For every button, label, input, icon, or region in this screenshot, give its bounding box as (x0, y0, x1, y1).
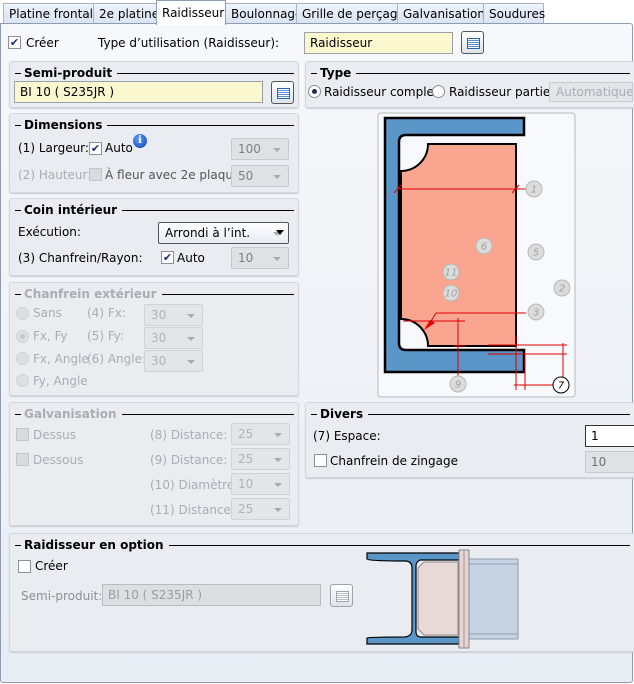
full-stiffener-radio[interactable] (308, 85, 321, 98)
usage-type-label: Type d’utilisation (Raidisseur): (98, 36, 280, 50)
dimensions-title: Dimensions (15, 118, 294, 132)
chamfer-option-label: Fx, Angle (33, 352, 89, 366)
gap-label: (7) Espace: (313, 429, 381, 443)
height-flush-checkbox[interactable] (89, 168, 102, 181)
galv-bottom-checkbox[interactable] (16, 453, 29, 466)
fx-select[interactable]: 30 (144, 304, 203, 326)
tab-2e-platine[interactable]: 2e platine (93, 3, 159, 24)
optional-semi-catalog-button[interactable] (330, 584, 353, 607)
chamfer-option-fxfy-radio[interactable] (16, 330, 29, 343)
chamfer-radius-label: (3) Chanfrein/Rayon: (18, 251, 143, 265)
height-flush-label: À fleur avec 2e plaque (105, 168, 241, 182)
chamfer-option-label: Fx, Fy (33, 329, 68, 343)
optional-stiffener-illustration (366, 549, 519, 649)
galv-bottom-label: Dessous (33, 453, 84, 467)
galvanization-title: Galvanisation (15, 407, 294, 421)
zinc-chamfer-input[interactable]: 10 (585, 451, 634, 473)
tab-boulonnage[interactable]: Boulonnage (225, 3, 302, 24)
galv-top-checkbox[interactable] (16, 428, 29, 441)
marker-label-2: 2 (559, 284, 565, 295)
create-checkbox[interactable]: ✔ (8, 36, 21, 49)
tab-platine-frontale[interactable]: Platine frontale (3, 3, 100, 24)
execution-label: Exécution: (18, 225, 81, 239)
gap-input[interactable]: 1 (585, 425, 634, 447)
execution-select[interactable]: Arrondi à l’int. (158, 222, 289, 244)
semi-product-catalog-button[interactable] (271, 81, 294, 104)
galv-distance-9-select[interactable]: 25 (231, 448, 290, 470)
fy-label: (5) Fy: (87, 329, 124, 343)
galv-distance-label: (8) Distance: (150, 428, 228, 442)
chamfer-option-label: Sans (33, 306, 62, 320)
chamfer-option-fxangle-radio[interactable] (16, 352, 29, 365)
usage-catalog-button[interactable] (461, 31, 484, 54)
automatic-button[interactable]: Automatique (549, 82, 633, 102)
marker-label-11: 11 (445, 268, 458, 279)
optional-stiffener-title: Raidisseur en option (15, 538, 630, 552)
inner-corner-title: Coin intérieur (15, 203, 294, 217)
marker-label-7: 7 (558, 381, 565, 392)
stiffener-plate (400, 143, 517, 347)
tab-soudures[interactable]: Soudures (483, 3, 545, 24)
chamfer-option-sans-radio[interactable] (16, 307, 29, 320)
marker-label-9: 9 (455, 380, 461, 391)
chamfer-option-fyangle-radio[interactable] (16, 374, 29, 387)
misc-title: Divers (311, 407, 630, 421)
galv-top-label: Dessus (33, 428, 76, 442)
zinc-chamfer-checkbox[interactable] (314, 454, 327, 467)
marker-label-6: 6 (481, 242, 487, 253)
tab-galvanisation[interactable]: Galvanisation (397, 3, 485, 24)
outer-chamfer-title: Chanfrein extérieur (15, 287, 294, 301)
zinc-chamfer-label: Chanfrein de zingage (330, 454, 458, 468)
info-icon[interactable]: i (133, 134, 147, 148)
partial-stiffener-radio[interactable] (432, 85, 445, 98)
height-select[interactable]: 50 (231, 165, 289, 187)
optional-semi-field[interactable]: BI 10 ( S235JR ) (102, 584, 321, 606)
optional-create-label: Créer (35, 559, 68, 573)
galv-distance-11-select[interactable]: 25 (231, 498, 290, 520)
width-select[interactable]: 100 (231, 138, 289, 160)
galv-diameter-label: (10) Diamètre: (150, 478, 239, 492)
marker-label-10: 10 (445, 289, 458, 300)
fx-label: (4) Fx: (87, 306, 126, 320)
tab-raidisseur[interactable]: Raidisseur (156, 0, 226, 25)
chevron-down-icon (276, 230, 284, 239)
width-auto-label: Auto (105, 141, 133, 155)
chamfer-auto-label: Auto (177, 251, 205, 265)
stiffener-plate (417, 561, 459, 636)
type-title: Type (311, 66, 630, 80)
galv-distance-8-select[interactable]: 25 (231, 423, 290, 445)
marker-label-5: 5 (533, 248, 539, 259)
stiffener-diagram: 1 2 3 5 6 7 9 10 11 (377, 112, 576, 398)
chamfer-option-label: Fy, Angle (33, 374, 88, 388)
width-auto-checkbox[interactable]: ✔ (89, 142, 102, 155)
galv-distance-label: (9) Distance: (150, 453, 228, 467)
create-label: Créer (26, 36, 59, 50)
usage-type-field[interactable]: Raidisseur (304, 32, 453, 54)
galv-diameter-select[interactable]: 10 (231, 473, 290, 495)
height-label: (2) Hauteur: (18, 168, 92, 182)
angle-select[interactable]: 30 (144, 350, 203, 372)
marker-label-1: 1 (531, 185, 537, 196)
angle-label: (6) Angle: (87, 352, 147, 366)
chamfer-auto-checkbox[interactable]: ✔ (161, 251, 174, 264)
chamfer-select[interactable]: 10 (231, 247, 289, 269)
beam-shape (468, 558, 519, 640)
marker-label-3: 3 (533, 308, 539, 319)
fy-select[interactable]: 30 (144, 327, 203, 349)
semi-product-title: Semi-produit (15, 66, 294, 80)
full-stiffener-label: Raidisseur complet (324, 85, 439, 99)
tab-grille-de-percage[interactable]: Grille de perçage (296, 3, 405, 24)
width-label: (1) Largeur: (18, 141, 89, 155)
semi-product-field[interactable]: BI 10 ( S235JR ) (14, 81, 263, 103)
galv-distance-label: (11) Distance: (150, 503, 235, 517)
optional-create-checkbox[interactable] (18, 560, 31, 573)
optional-semi-label: Semi-produit: (21, 589, 103, 603)
partial-stiffener-label: Raidisseur partiel (449, 85, 554, 99)
